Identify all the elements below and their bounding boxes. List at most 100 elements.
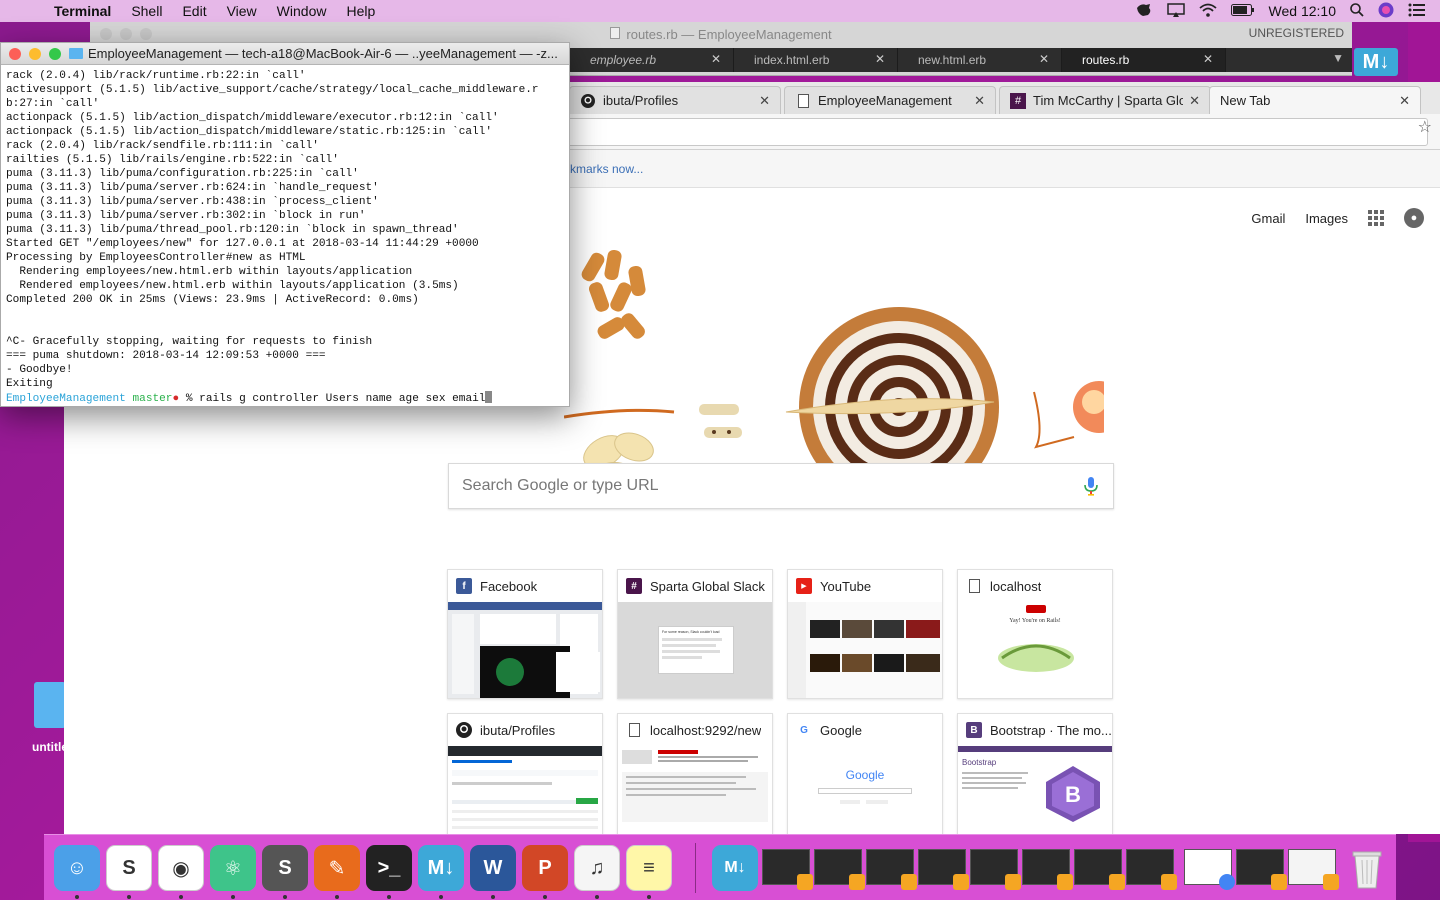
gmail-link[interactable]: Gmail bbox=[1251, 211, 1285, 226]
dock-glyph: S bbox=[278, 856, 292, 879]
apps-grid-icon[interactable] bbox=[1368, 210, 1384, 226]
minimized-window-thumbnail[interactable] bbox=[1074, 849, 1125, 890]
folder-icon bbox=[34, 682, 66, 728]
sublime-zoom-button[interactable] bbox=[140, 28, 152, 40]
images-link[interactable]: Images bbox=[1305, 211, 1348, 226]
markdown-minimized-icon[interactable]: M↓ bbox=[712, 845, 758, 891]
tile-thumbnail bbox=[788, 602, 942, 698]
minimized-window-thumbnail[interactable] bbox=[1126, 849, 1177, 890]
siri-icon[interactable] bbox=[1378, 2, 1394, 21]
atom-icon[interactable]: ⚛ bbox=[210, 845, 256, 891]
minimized-window-thumbnail[interactable] bbox=[1184, 849, 1235, 890]
terminal-close-button[interactable] bbox=[9, 47, 21, 60]
word-icon[interactable]: W bbox=[470, 845, 516, 891]
microphone-icon[interactable] bbox=[1079, 474, 1103, 498]
terminal-traffic-lights bbox=[9, 47, 61, 60]
tile-title: Facebook bbox=[480, 578, 538, 594]
chrome-tab-slack[interactable]: # Tim McCarthy | Sparta Glob ✕ bbox=[999, 86, 1211, 114]
terminal-line: puma (3.11.3) lib/puma/server.rb:438:in … bbox=[6, 196, 379, 208]
chrome-icon[interactable]: ◉ bbox=[158, 845, 204, 891]
running-indicator bbox=[491, 895, 495, 899]
sublime-icon[interactable]: S bbox=[262, 845, 308, 891]
itunes-icon[interactable]: ♫ bbox=[574, 845, 620, 891]
minimized-window-thumbnail[interactable] bbox=[970, 849, 1021, 890]
minimized-window-thumbnail[interactable] bbox=[866, 849, 917, 890]
battery-icon[interactable] bbox=[1230, 3, 1255, 19]
trash-icon[interactable] bbox=[1344, 845, 1390, 891]
notifications-icon[interactable]: ● bbox=[1404, 208, 1424, 228]
clock[interactable]: Wed 12:10 bbox=[1269, 3, 1336, 19]
sublime-tab-employee[interactable]: employee.rb ✕ bbox=[570, 48, 734, 72]
chrome-tab-employee-management[interactable]: EmployeeManagement ✕ bbox=[784, 86, 996, 114]
close-icon[interactable]: ✕ bbox=[1189, 93, 1200, 109]
chrome-tab-title: ibuta/Profiles bbox=[603, 93, 679, 108]
most-visited-tile-google[interactable]: G Google Google bbox=[787, 713, 943, 843]
sublime-tab-routes[interactable]: routes.rb ✕ bbox=[1062, 48, 1226, 72]
address-bar[interactable] bbox=[514, 118, 1428, 146]
most-visited-tile-localhost[interactable]: localhost Yay! You're on Rails! bbox=[957, 569, 1113, 699]
doodle-pasta bbox=[581, 249, 646, 339]
markdown-icon[interactable]: M↓ bbox=[418, 845, 464, 891]
terminal-minimize-button[interactable] bbox=[29, 47, 41, 60]
chrome-tab-new-tab[interactable]: New Tab ✕ bbox=[1209, 86, 1421, 114]
slack-icon[interactable]: S bbox=[106, 845, 152, 891]
wifi-icon[interactable] bbox=[1198, 3, 1217, 20]
minimized-window-thumbnail[interactable] bbox=[918, 849, 969, 890]
notification-center-icon[interactable] bbox=[1408, 3, 1426, 20]
most-visited-tile-facebook[interactable]: f Facebook bbox=[447, 569, 603, 699]
minimized-window-thumbnail[interactable] bbox=[1022, 849, 1073, 890]
minimized-window-thumbnail[interactable] bbox=[762, 849, 813, 890]
minimized-window-thumbnail[interactable] bbox=[814, 849, 865, 890]
most-visited-tile-slack[interactable]: # Sparta Global Slack For some reason, S… bbox=[617, 569, 773, 699]
google-icon: G bbox=[800, 724, 808, 736]
sublime-tab-new[interactable]: new.html.erb ✕ bbox=[898, 48, 1062, 72]
close-icon[interactable]: ✕ bbox=[1039, 52, 1049, 66]
terminal-line: actionpack (5.1.5) lib/action_dispatch/m… bbox=[6, 112, 499, 124]
terminal-prompt-line[interactable]: EmployeeManagement master● % rails g con… bbox=[6, 391, 565, 405]
airplay-icon[interactable] bbox=[1166, 2, 1185, 20]
menu-window[interactable]: Window bbox=[277, 3, 327, 19]
close-icon[interactable]: ✕ bbox=[1399, 93, 1410, 109]
finder-icon[interactable]: ☺ bbox=[54, 845, 100, 891]
menu-view[interactable]: View bbox=[227, 3, 257, 19]
sublime-minimize-button[interactable] bbox=[120, 28, 132, 40]
ntp-search-box[interactable] bbox=[448, 463, 1114, 509]
menu-help[interactable]: Help bbox=[346, 3, 375, 19]
most-visited-tile-github[interactable]: ibuta/Profiles bbox=[447, 713, 603, 843]
most-visited-tile-youtube[interactable]: ▶ YouTube bbox=[787, 569, 943, 699]
minimized-window-thumbnail[interactable] bbox=[1288, 849, 1339, 890]
import-bookmarks-link[interactable]: kmarks now... bbox=[570, 162, 643, 176]
menu-app-name[interactable]: Terminal bbox=[54, 3, 111, 19]
notes-icon[interactable]: ≡ bbox=[626, 845, 672, 891]
spotlight-icon[interactable] bbox=[1350, 2, 1364, 20]
tile-header: localhost:9292/new bbox=[618, 714, 772, 746]
most-visited-tile-bootstrap[interactable]: B Bootstrap · The mo... Bootstrap B bbox=[957, 713, 1113, 843]
script-editor-icon[interactable]: ✎ bbox=[314, 845, 360, 891]
running-indicator bbox=[387, 895, 391, 899]
search-input[interactable] bbox=[462, 477, 1079, 495]
sublime-tab-index[interactable]: index.html.erb ✕ bbox=[734, 48, 898, 72]
sublime-close-button[interactable] bbox=[100, 28, 112, 40]
bookmark-star-icon[interactable]: ☆ bbox=[1418, 117, 1432, 137]
close-icon[interactable]: ✕ bbox=[875, 52, 885, 66]
close-icon[interactable]: ✕ bbox=[974, 93, 985, 109]
evernote-status-icon[interactable] bbox=[1135, 2, 1153, 21]
close-icon[interactable]: ✕ bbox=[1203, 52, 1213, 66]
markdown-app-window-icon[interactable]: M↓ bbox=[1354, 48, 1398, 76]
chrome-tab-profiles[interactable]: ibuta/Profiles ✕ bbox=[569, 86, 781, 114]
bootstrap-thumb-title: Bootstrap bbox=[962, 758, 997, 767]
close-icon[interactable]: ✕ bbox=[711, 52, 721, 66]
menu-edit[interactable]: Edit bbox=[182, 3, 206, 19]
minimized-window-thumbnail[interactable] bbox=[1236, 849, 1287, 890]
terminal-icon[interactable]: >_ bbox=[366, 845, 412, 891]
terminal-titlebar[interactable]: EmployeeManagement — tech-a18@MacBook-Ai… bbox=[1, 43, 569, 65]
close-icon[interactable]: ✕ bbox=[759, 93, 770, 109]
menu-shell[interactable]: Shell bbox=[131, 3, 162, 19]
terminal-zoom-button[interactable] bbox=[49, 47, 61, 60]
most-visited-tile-localhost-new[interactable]: localhost:9292/new bbox=[617, 713, 773, 843]
powerpoint-icon[interactable]: P bbox=[522, 845, 568, 891]
terminal-window[interactable]: EmployeeManagement — tech-a18@MacBook-Ai… bbox=[0, 42, 570, 407]
terminal-output[interactable]: rack (2.0.4) lib/rack/runtime.rb:22:in `… bbox=[1, 65, 569, 405]
tab-overflow-icon[interactable]: ▼ bbox=[1332, 51, 1344, 65]
